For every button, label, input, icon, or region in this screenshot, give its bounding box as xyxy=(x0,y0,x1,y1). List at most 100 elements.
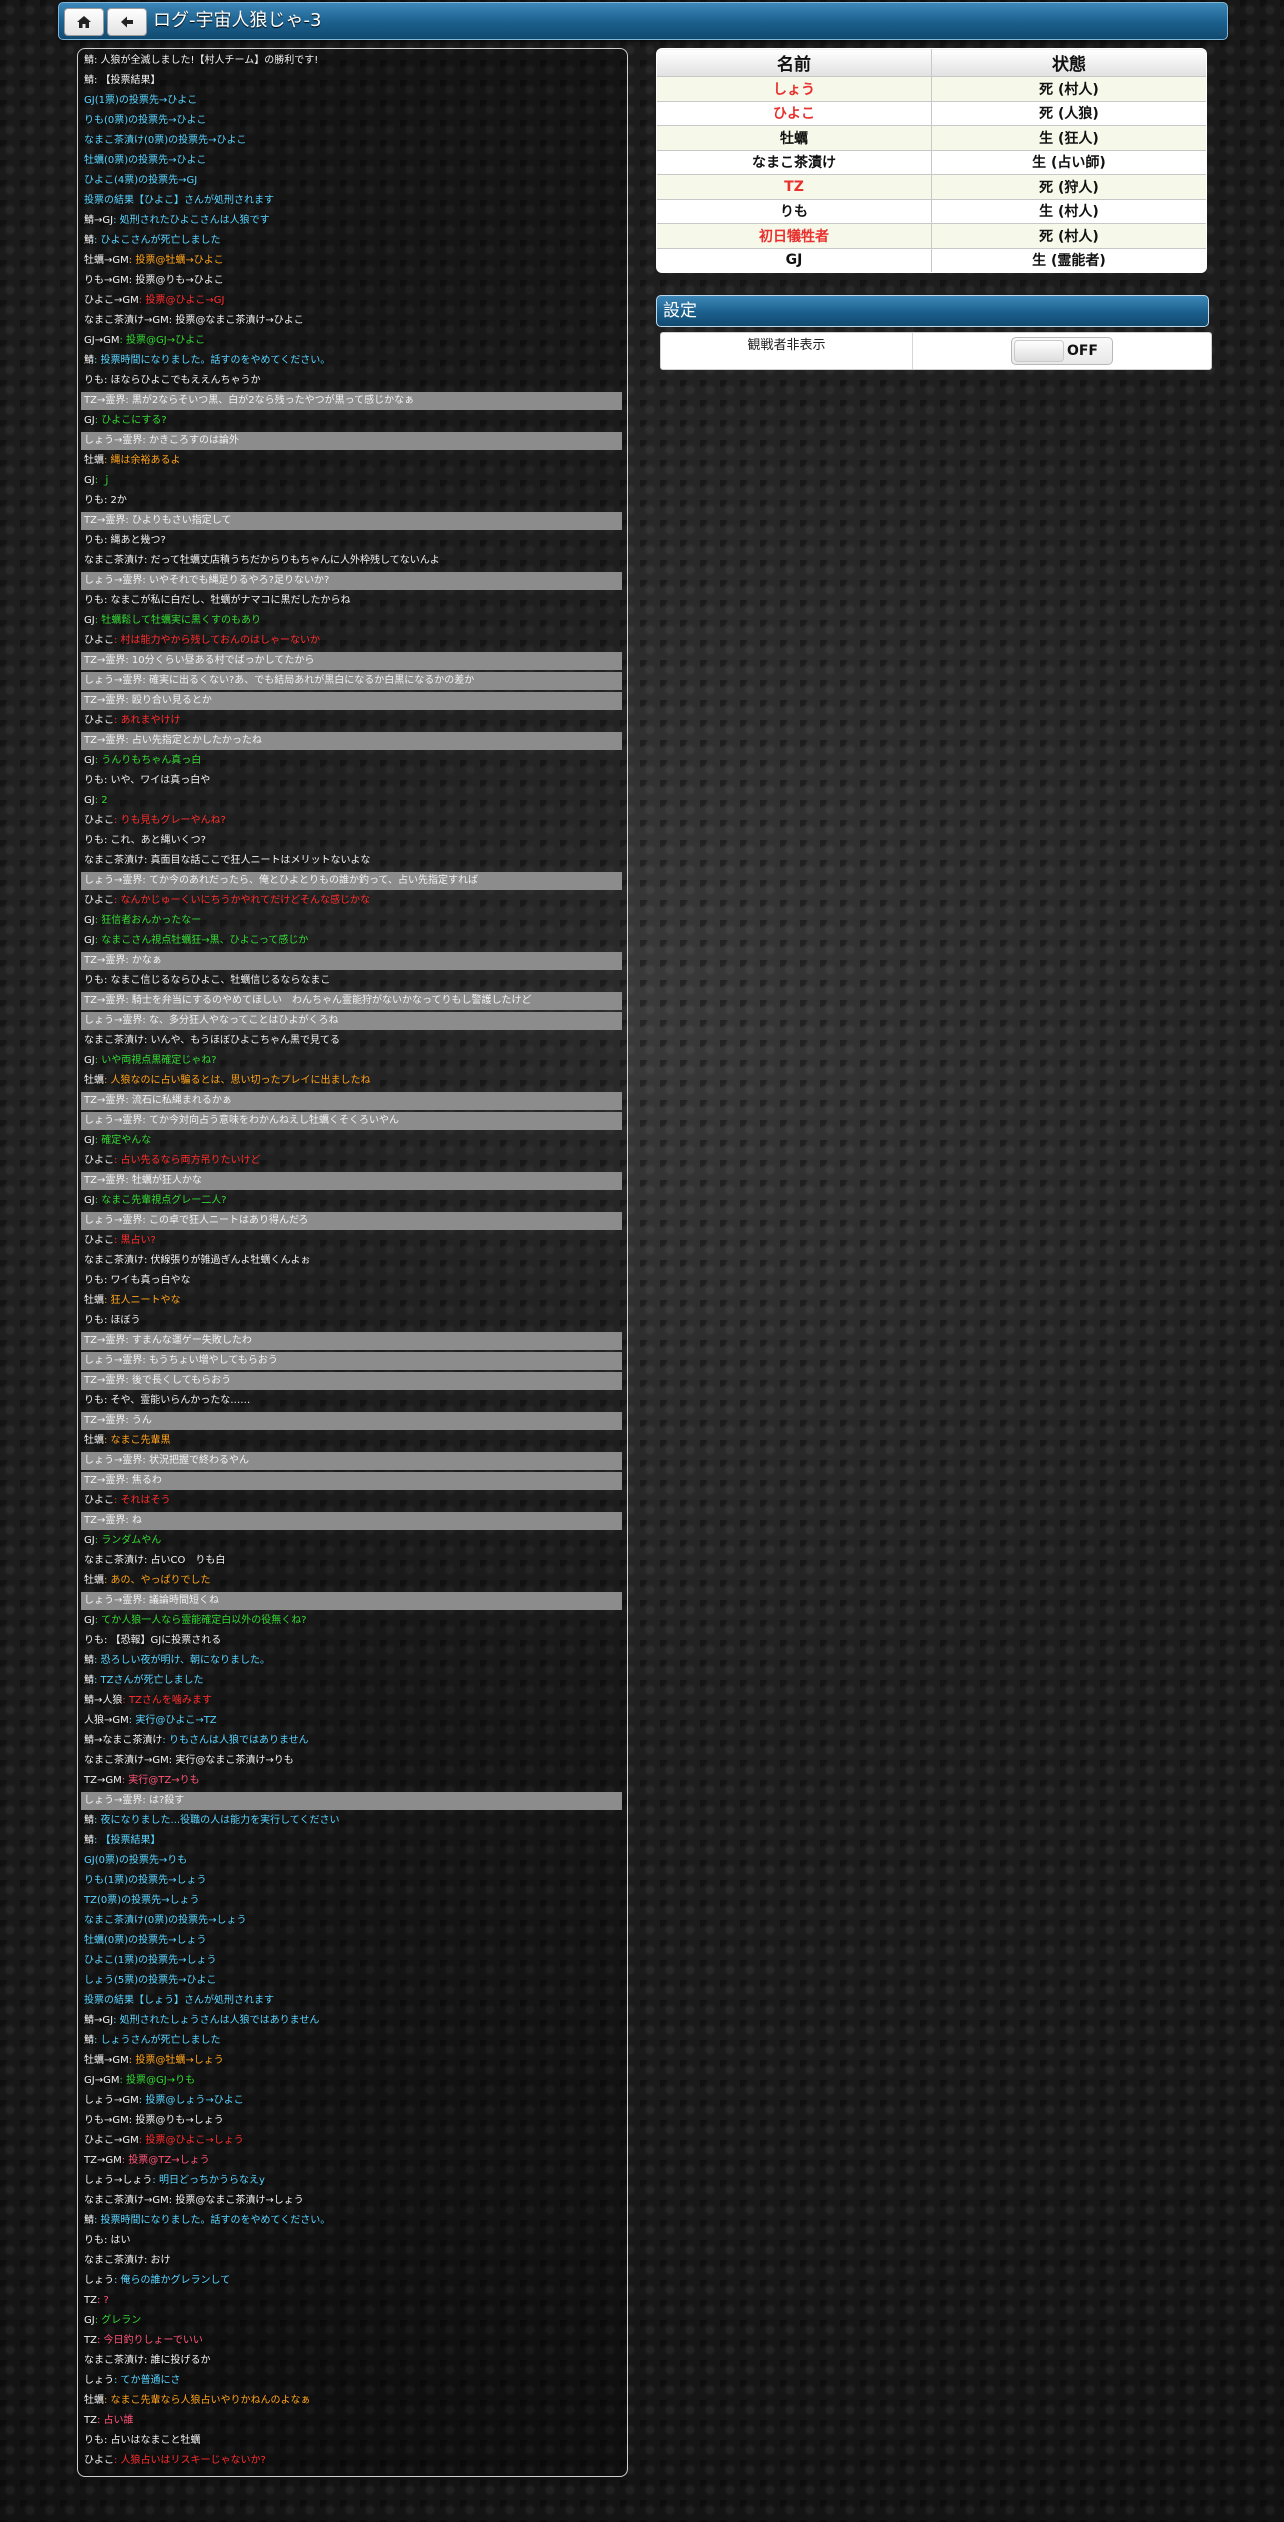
player-name: りも xyxy=(657,198,932,224)
observer-hide-toggle[interactable]: OFF xyxy=(1011,337,1113,365)
log-line: りも: なまこ信じるならひよこ、牡蠣信じるならなまこ xyxy=(81,972,622,990)
log-speaker: GJ xyxy=(84,1195,95,1206)
log-line: なまこ茶漬け→GM: 投票@なまこ茶漬け→ひよこ xyxy=(81,312,622,330)
log-message: : 2 xyxy=(94,795,108,806)
log-speaker: なまこ茶漬け xyxy=(84,2255,144,2266)
log-speaker: GJ xyxy=(84,475,95,486)
log-message: : な、多分狂人やなってことはひよがくろね xyxy=(142,1015,339,1026)
log-line: 牡蠣: 人狼なのに占い騙るとは、思い切ったプレイに出ましたね xyxy=(81,1072,622,1090)
log-message: : 人狼占いはリスキーじゃないか? xyxy=(114,2455,266,2466)
log-message: しょう(5票)の投票先→ひよこ xyxy=(84,1975,217,1986)
log-line: りも: なまこが私に白だし、牡蠣がナマコに黒だしたからね xyxy=(81,592,622,610)
log-message: GJ(1票)の投票先→ひよこ xyxy=(84,95,198,106)
player-row: 初日犠牲者死 (村人) xyxy=(657,223,1206,249)
log-line: 鯖: 人狼が全滅しました!【村人チーム】の勝利です! xyxy=(81,52,622,70)
log-line: 牡蠣(0票)の投票先→しょう xyxy=(81,1932,622,1950)
log-line: しょう: 俺らの誰かグレランして xyxy=(81,2272,622,2290)
log-message: : 投票@りも→しょう xyxy=(128,2115,224,2126)
log-message: : 投票@なまこ茶漬け→ひよこ xyxy=(168,315,304,326)
log-speaker: りも xyxy=(84,1275,104,1286)
player-name: GJ xyxy=(657,247,932,272)
log-message: : なまこ信じるならひよこ、牡蠣信じるならなまこ xyxy=(104,975,331,986)
log-speaker: TZ xyxy=(84,2335,97,2346)
log-speaker: ひよこ xyxy=(84,1235,114,1246)
log-line: なまこ茶漬け(0票)の投票先→ひよこ xyxy=(81,132,622,150)
log-line: しょう(5票)の投票先→ひよこ xyxy=(81,1972,622,1990)
back-button[interactable] xyxy=(107,8,147,36)
log-line: なまこ茶漬け: だって牡蠣丈店積うちだからりもちゃんに人外枠残してないんよ xyxy=(81,552,622,570)
player-row: りも生 (村人) xyxy=(657,198,1206,224)
log-speaker: しょう xyxy=(84,2275,114,2286)
log-message: : 10分くらい昼ある村でばっかしてたから xyxy=(125,655,315,666)
toggle-knob[interactable] xyxy=(1014,340,1064,362)
log-line: 鯖→GJ: 処刑されたひよこさんは人狼です xyxy=(81,212,622,230)
game-log[interactable]: 鯖: 人狼が全滅しました!【村人チーム】の勝利です! 鯖: 【投票結果】 GJ(1票… xyxy=(77,48,628,2477)
home-icon xyxy=(77,16,91,28)
log-speaker: ひよこ xyxy=(84,895,114,906)
log-line: TZ→霊界: 流石に私縄まれるかぁ xyxy=(81,1092,622,1110)
log-line: GJ: ランダムやん xyxy=(81,1532,622,1550)
log-message: : 人狼なのに占い騙るとは、思い切ったプレイに出ましたね xyxy=(104,1075,371,1086)
log-line: りも: 2か xyxy=(81,492,622,510)
log-speaker: TZ→霊界 xyxy=(84,1415,126,1426)
log-speaker: TZ→霊界 xyxy=(84,995,126,1006)
log-line: 鯖→人狼: TZさんを噛みます xyxy=(81,1692,622,1710)
log-speaker: ひよこ xyxy=(84,815,114,826)
log-message: 投票の結果【ひよこ】さんが処刑されます xyxy=(84,195,274,206)
log-message: : てか今のあれだったら、俺とひよとりもの誰か釣って、占い先指定すれば xyxy=(142,875,478,886)
log-speaker: ひよこ xyxy=(84,635,114,646)
log-message: : ワイも真っ白やな xyxy=(104,1275,191,1286)
log-speaker: しょう→霊界 xyxy=(84,1455,143,1466)
log-speaker: 鯖→GJ xyxy=(84,215,114,226)
log-message: : ひよこにする? xyxy=(94,415,167,426)
log-speaker: 鯖→GJ xyxy=(84,2015,114,2026)
log-line: 鯖: 投票時間になりました。話すのをやめてください。 xyxy=(81,352,622,370)
log-speaker: りも xyxy=(84,835,104,846)
log-speaker: なまこ茶漬け→GM xyxy=(84,2195,169,2206)
log-line: しょう→GM: 投票@しょう→ひよこ xyxy=(81,2092,622,2110)
home-button[interactable] xyxy=(64,8,104,36)
player-status: 死 (人狼) xyxy=(931,100,1206,126)
log-message: : 夜になりました...役職の人は能力を実行してください xyxy=(94,1815,340,1826)
log-message: りも(0票)の投票先→ひよこ xyxy=(84,115,207,126)
log-line: 投票の結果【ひよこ】さんが処刑されます xyxy=(81,192,622,210)
log-message: : 確実に出るくない?あ、でも結局あれが黒白になるか白黒になるかの差か xyxy=(142,675,475,686)
log-message: : りもさんは人狼ではありません xyxy=(162,1735,309,1746)
log-line: 鯖: しょうさんが死亡しました xyxy=(81,2032,622,2050)
log-speaker: GJ xyxy=(84,795,95,806)
log-speaker: なまこ茶漬け→GM xyxy=(84,1755,169,1766)
log-message: : だって牡蠣丈店積うちだからりもちゃんに人外枠残してないんよ xyxy=(144,555,440,566)
log-speaker: しょう→霊界 xyxy=(84,1795,143,1806)
log-message: : 明日どっちかうらなえy xyxy=(152,2175,265,2186)
log-line: ひよこ(4票)の投票先→GJ xyxy=(81,172,622,190)
log-speaker: りも xyxy=(84,595,104,606)
log-message: : 人狼が全滅しました!【村人チーム】の勝利です! xyxy=(94,55,319,66)
log-speaker: しょう→霊界 xyxy=(84,1355,143,1366)
log-speaker: GJ xyxy=(84,1615,95,1626)
log-message: : 処刑されたひよこさんは人狼です xyxy=(113,215,270,226)
player-row: GJ 生 (霊能者) xyxy=(657,247,1206,272)
log-line: TZ→霊界: かなぁ xyxy=(81,952,622,970)
log-message: GJ(0票)の投票先→りも xyxy=(84,1855,188,1866)
log-line: 鯖: 投票時間になりました。話すのをやめてください。 xyxy=(81,2212,622,2230)
log-line: りも: 縄あと幾つ? xyxy=(81,532,622,550)
log-message: : なまこ先輩なら人狼占いやりかねんのよなぁ xyxy=(104,2395,311,2406)
log-speaker: TZ→霊界 xyxy=(84,1375,126,1386)
player-status: 生 (占い師) xyxy=(931,149,1206,175)
player-name: 初日犠牲者 xyxy=(657,223,932,249)
log-speaker: しょう→霊界 xyxy=(84,1595,143,1606)
log-speaker: しょう→GM xyxy=(84,2095,139,2106)
log-message: : 牡蠣が狂人かな xyxy=(125,1175,202,1186)
log-speaker: TZ→霊界 xyxy=(84,395,126,406)
log-line: 牡蠣: なまこ先輩なら人狼占いやりかねんのよなぁ xyxy=(81,2392,622,2410)
log-message: : 占い先るなら両方吊りたいけど xyxy=(114,1155,261,1166)
log-message: : ね xyxy=(125,1515,142,1526)
log-line: ひよこ: 人狼占いはリスキーじゃないか? xyxy=(81,2452,622,2470)
log-speaker: 鯖 xyxy=(84,55,94,66)
log-line: 牡蠣(0票)の投票先→ひよこ xyxy=(81,152,622,170)
log-message: : 投票@GJ→りも xyxy=(119,2075,196,2086)
log-message: : ランダムやん xyxy=(94,1535,162,1546)
log-speaker: ひよこ xyxy=(84,715,114,726)
log-line: TZ→霊界: ひよりもさい指定して xyxy=(81,512,622,530)
log-line: 鯖→なまこ茶漬け: りもさんは人狼ではありません xyxy=(81,1732,622,1750)
